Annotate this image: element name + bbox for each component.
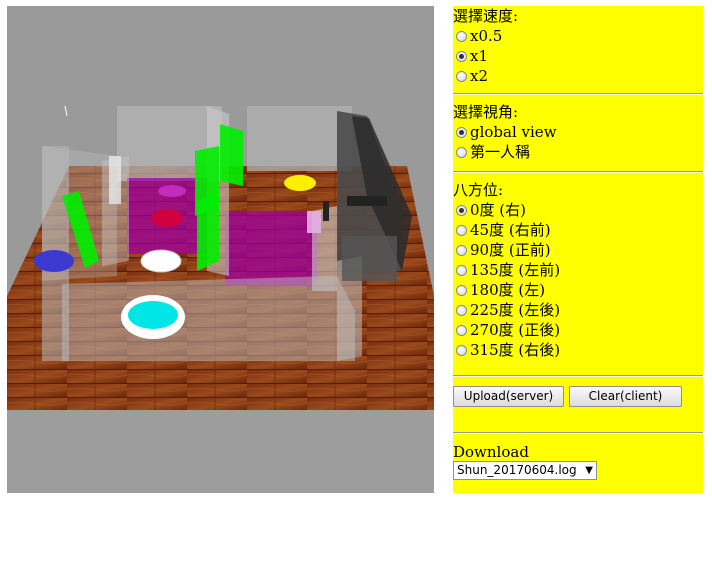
speed-option-x2[interactable]: x2 (453, 66, 703, 86)
divider (453, 432, 703, 434)
speed-option-x1[interactable]: x1 (453, 46, 703, 66)
upload-server-button[interactable]: Upload(server) (453, 386, 564, 407)
speed-section: 選擇速度: x0.5 x1 x2 (453, 6, 703, 86)
radio-icon[interactable] (456, 264, 467, 276)
radio-icon[interactable] (456, 344, 467, 356)
radio-icon[interactable] (456, 70, 467, 82)
control-panel: 選擇速度: x0.5 x1 x2 選擇視角: global view 第一人稱 … (453, 6, 703, 493)
radio-icon[interactable] (456, 324, 467, 336)
3d-scene-viewport[interactable] (7, 6, 434, 493)
radio-checked-icon[interactable] (456, 126, 467, 138)
option-label: 0度 (右) (470, 201, 527, 219)
direction-section: 八方位: 0度 (右) 45度 (右前) 90度 (正前) 135度 (左前) … (453, 180, 703, 360)
option-label: 225度 (左後) (470, 301, 561, 319)
direction-option-0[interactable]: 0度 (右) (453, 200, 703, 220)
marker-cyan (128, 301, 178, 329)
option-label: x2 (470, 67, 489, 85)
clear-client-button[interactable]: Clear(client) (569, 386, 682, 407)
rug-right (225, 211, 317, 286)
divider (453, 93, 703, 95)
speed-heading: 選擇速度: (453, 7, 519, 25)
green-panel-4 (220, 124, 243, 186)
radio-icon[interactable] (456, 284, 467, 296)
direction-heading: 八方位: (453, 181, 504, 199)
download-label: Download (453, 443, 529, 461)
back-wall-right (247, 106, 352, 171)
direction-option-45[interactable]: 45度 (右前) (453, 220, 703, 240)
view-option-global[interactable]: global view (453, 122, 703, 142)
radio-icon[interactable] (456, 30, 467, 42)
option-label: x1 (470, 47, 489, 65)
radio-icon[interactable] (456, 304, 467, 316)
direction-option-90[interactable]: 90度 (正前) (453, 240, 703, 260)
option-label: 180度 (左) (470, 281, 546, 299)
radio-icon[interactable] (456, 244, 467, 256)
3d-floorplan-render (7, 6, 434, 493)
marker-white (140, 249, 182, 273)
radio-icon[interactable] (456, 146, 467, 158)
divider (453, 375, 703, 377)
radio-checked-icon[interactable] (456, 50, 467, 62)
download-log-select[interactable]: Shun_20170604.log ▼ (453, 461, 597, 480)
view-section: 選擇視角: global view 第一人稱 (453, 102, 703, 162)
direction-option-270[interactable]: 270度 (正後) (453, 320, 703, 340)
dropdown-arrow-icon: ▼ (585, 465, 593, 476)
front-wall (62, 276, 355, 361)
option-label: 90度 (正前) (470, 241, 551, 259)
option-label: 270度 (正後) (470, 321, 561, 339)
direction-option-315[interactable]: 315度 (右後) (453, 340, 703, 360)
direction-option-180[interactable]: 180度 (左) (453, 280, 703, 300)
option-label: 315度 (右後) (470, 341, 561, 359)
divider (453, 171, 703, 173)
green-panel-3 (197, 191, 219, 271)
option-label: x0.5 (470, 27, 503, 45)
option-label: 45度 (右前) (470, 221, 551, 239)
option-label: 第一人稱 (470, 143, 531, 161)
option-label: 135度 (左前) (470, 261, 561, 279)
direction-option-135[interactable]: 135度 (左前) (453, 260, 703, 280)
marker-yellow (284, 175, 316, 191)
view-heading: 選擇視角: (453, 103, 519, 121)
radio-checked-icon[interactable] (456, 204, 467, 216)
option-label: global view (470, 123, 557, 141)
marker-blue (34, 250, 74, 272)
speed-option-x0.5[interactable]: x0.5 (453, 26, 703, 46)
direction-option-225[interactable]: 225度 (左後) (453, 300, 703, 320)
marker-red (151, 209, 183, 227)
view-option-first-person[interactable]: 第一人稱 (453, 142, 703, 162)
select-value: Shun_20170604.log (457, 463, 577, 477)
radio-icon[interactable] (456, 224, 467, 236)
